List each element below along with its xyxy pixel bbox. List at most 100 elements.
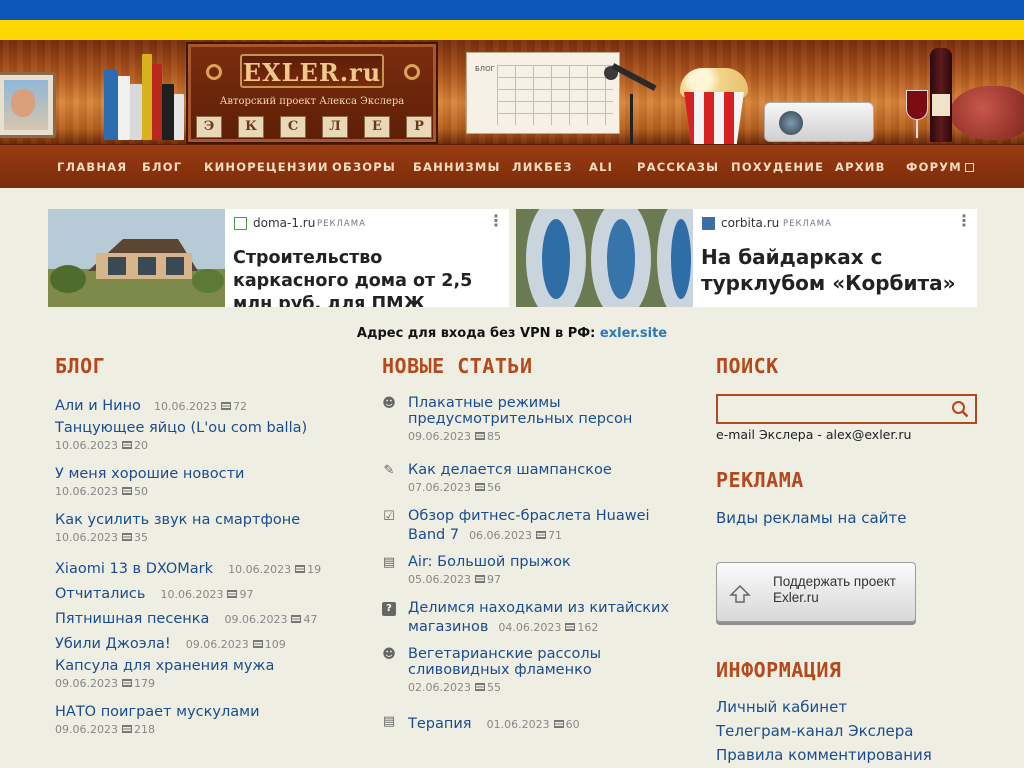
article-link[interactable]: Air: Большой прыжок xyxy=(408,554,678,570)
article-link-cont[interactable]: магазинов xyxy=(408,619,488,635)
nav-item-bannizmy[interactable]: БАННИЗМЫ xyxy=(413,160,501,174)
nav-item-blog[interactable]: БЛОГ xyxy=(142,160,182,174)
list-item: Пятнишная песенка 09.06.2023 47 xyxy=(55,611,318,627)
search-input[interactable] xyxy=(716,394,977,424)
blog-post-link[interactable]: Капсула для хранения мужа xyxy=(55,658,355,674)
ad-headline[interactable]: Строительство каркасного дома от 2,5 млн… xyxy=(233,247,503,307)
nav-item-stories[interactable]: РАССКАЗЫ xyxy=(637,160,719,174)
wine-bottle-image xyxy=(930,48,952,142)
info-link-telegram[interactable]: Телеграм-канал Экслера xyxy=(716,722,913,740)
nav-item-movie-reviews[interactable]: КИНОРЕЦЕНЗИИ xyxy=(204,160,329,174)
comment-count[interactable]: 50 xyxy=(134,485,148,498)
ad-menu-icon[interactable]: ⋮ xyxy=(488,213,504,229)
support-project-button[interactable]: Поддержать проект Exler.ru xyxy=(716,562,916,622)
comment-icon xyxy=(121,441,132,449)
nav-item-reviews[interactable]: ОБЗОРЫ xyxy=(332,160,396,174)
comment-icon xyxy=(474,575,485,583)
comment-count[interactable]: 35 xyxy=(134,531,148,544)
comment-count[interactable]: 60 xyxy=(566,718,580,731)
comment-icon xyxy=(553,720,564,728)
article-link[interactable]: Обзор фитнес-браслета Huawei xyxy=(408,508,678,524)
wine-glass-image xyxy=(906,90,928,120)
new-articles-heading[interactable]: НОВЫЕ СТАТЬИ xyxy=(382,354,533,378)
nav-item-archive[interactable]: АРХИВ xyxy=(835,160,886,174)
photo-frame-image xyxy=(0,72,56,138)
blog-post-link[interactable]: Xiaomi 13 в DXOMark xyxy=(55,561,213,577)
ad-block-doma[interactable]: doma-1.ru РЕКЛАМА ⋮ Строительство каркас… xyxy=(48,209,509,307)
ad-favicon xyxy=(234,217,247,230)
external-link-icon xyxy=(964,163,974,172)
comment-count[interactable]: 97 xyxy=(239,588,253,601)
list-item: Как усилить звук на смартфоне 10.06.2023… xyxy=(55,512,355,544)
list-item: НАТО поиграет мускулами 09.06.2023 218 xyxy=(55,704,355,736)
article-link[interactable]: Плакатные режимы предусмотрительных персо… xyxy=(408,395,678,427)
blog-post-link[interactable]: НАТО поиграет мускулами xyxy=(55,704,355,720)
projector-image xyxy=(764,102,874,142)
ad-tag: РЕКЛАМА xyxy=(783,219,832,229)
comment-count[interactable]: 85 xyxy=(487,430,501,443)
comment-count[interactable]: 71 xyxy=(548,529,562,542)
info-link-rules[interactable]: Правила комментирования xyxy=(716,746,932,764)
article-link[interactable]: Терапия xyxy=(408,716,472,732)
comment-icon xyxy=(474,483,485,491)
nav-item-home[interactable]: ГЛАВНАЯ xyxy=(57,160,127,174)
comment-count[interactable]: 56 xyxy=(487,481,501,494)
ad-types-link[interactable]: Виды рекламы на сайте xyxy=(716,509,906,527)
ad-domain[interactable]: corbita.ru xyxy=(721,216,779,230)
ad-headline[interactable]: На байдарках с турклубом «Корбита» xyxy=(701,244,971,296)
comment-count[interactable]: 72 xyxy=(233,400,247,413)
list-item: Али и Нино 10.06.2023 72 xyxy=(55,398,248,414)
article-link[interactable]: Как делается шампанское xyxy=(408,462,678,478)
blog-post-link[interactable]: Как усилить звук на смартфоне xyxy=(55,512,355,528)
comment-count[interactable]: 20 xyxy=(134,439,148,452)
comment-icon xyxy=(295,565,306,573)
info-heading: ИНФОРМАЦИЯ xyxy=(716,658,842,682)
comment-count[interactable]: 47 xyxy=(303,613,317,626)
comment-count[interactable]: 179 xyxy=(134,677,155,690)
blog-post-link[interactable]: Танцующее яйцо (L'ou com balla) xyxy=(55,420,355,436)
ad-domain[interactable]: doma-1.ru xyxy=(253,216,315,230)
blog-post-link[interactable]: Пятнишная песенка xyxy=(55,611,209,627)
comment-icon xyxy=(252,640,263,648)
article-link-cont[interactable]: Band 7 xyxy=(408,527,459,543)
search-icon[interactable] xyxy=(951,400,969,418)
arrow-up-icon xyxy=(729,584,751,603)
author-email: e-mail Экслера - alex@exler.ru xyxy=(716,427,912,442)
list-item: Капсула для хранения мужа 09.06.2023 179 xyxy=(55,658,355,690)
search-heading: ПОИСК xyxy=(716,354,779,378)
smiley-icon: ☻ xyxy=(382,647,396,662)
vpn-link[interactable]: exler.site xyxy=(600,326,667,341)
main-nav: ГЛАВНАЯ БЛОГ КИНОРЕЦЕНЗИИ ОБЗОРЫ БАННИЗМ… xyxy=(0,144,1024,188)
nav-item-forum[interactable]: ФОРУМ xyxy=(906,160,974,174)
blog-heading[interactable]: БЛОГ xyxy=(55,354,105,378)
comment-count[interactable]: 97 xyxy=(487,573,501,586)
article-link[interactable]: Делимся находками из китайских xyxy=(408,600,678,616)
blog-post-link[interactable]: У меня хорошие новости xyxy=(55,466,355,482)
comment-count[interactable]: 109 xyxy=(265,638,286,651)
nav-item-ali[interactable]: ALI xyxy=(589,160,613,174)
article-link[interactable]: Вегетарианские рассолы сливовидных фламен… xyxy=(408,646,678,678)
comment-count[interactable]: 218 xyxy=(134,723,155,736)
comment-icon xyxy=(121,725,132,733)
blog-post-link[interactable]: Али и Нино xyxy=(55,398,141,414)
comment-icon xyxy=(121,487,132,495)
calendar-label: БЛОГ xyxy=(475,65,495,73)
nav-item-likbez[interactable]: ЛИКБЕЗ xyxy=(512,160,573,174)
comment-count[interactable]: 55 xyxy=(487,681,501,694)
site-logo[interactable]: EXLER.ru xyxy=(242,58,382,87)
info-link-account[interactable]: Личный кабинет xyxy=(716,698,847,716)
list-item: Убили Джоэла! 09.06.2023 109 xyxy=(55,636,286,652)
ad-block-corbita[interactable]: corbita.ru РЕКЛАМА ⋮ На байдарках с турк… xyxy=(516,209,977,307)
ad-menu-icon[interactable]: ⋮ xyxy=(956,213,972,229)
comment-icon xyxy=(536,531,547,539)
blog-post-link[interactable]: Отчитались xyxy=(55,586,145,602)
flag-stripe-blue xyxy=(0,0,1024,20)
comment-icon xyxy=(474,683,485,691)
comment-count[interactable]: 19 xyxy=(307,563,321,576)
ad-tag: РЕКЛАМА xyxy=(317,219,366,229)
ham-image xyxy=(950,86,1024,140)
comment-count[interactable]: 162 xyxy=(577,621,598,634)
nav-item-weight-loss[interactable]: ПОХУДЕНИЕ xyxy=(731,160,824,174)
vpn-label: Адрес для входа без VPN в РФ: xyxy=(356,326,600,341)
blog-post-link[interactable]: Убили Джоэла! xyxy=(55,636,171,652)
